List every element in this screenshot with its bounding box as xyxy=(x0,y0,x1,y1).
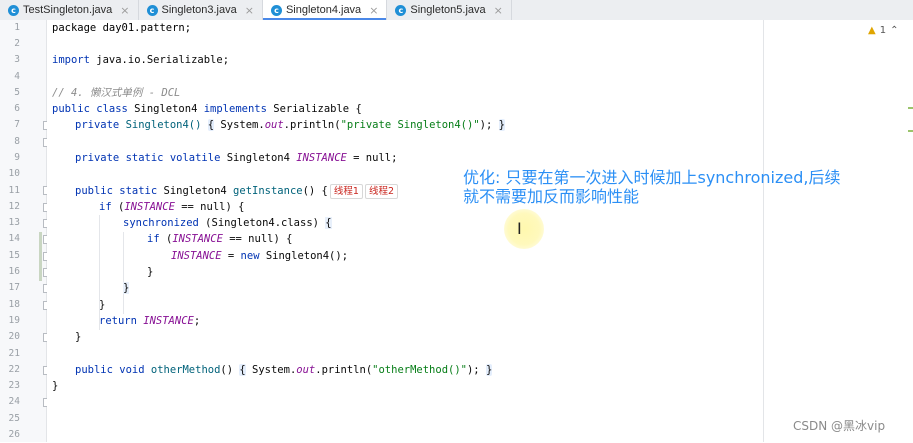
thread-hint-1: 线程1 xyxy=(329,183,363,199)
tab-singleton5[interactable]: c Singleton5.java × xyxy=(387,0,512,20)
line-number: 4 xyxy=(14,71,20,82)
text-cursor-icon: I xyxy=(517,219,522,238)
line-number: 12 xyxy=(8,201,20,212)
annotation-line: 优化: 只要在第一次进入时候加上synchronized,后续 xyxy=(463,168,841,187)
line-number: 9 xyxy=(14,152,20,163)
line-number: 23 xyxy=(8,380,20,391)
code-line: private Singleton4() { System.out.printl… xyxy=(75,119,505,131)
line-number: 13 xyxy=(8,217,20,228)
editor-tab-bar: c TestSingleton.java × c Singleton3.java… xyxy=(0,0,913,21)
line-number: 1 xyxy=(14,22,20,33)
editor-right-margin xyxy=(763,20,913,442)
line-number: 20 xyxy=(8,331,20,342)
inspection-widget[interactable]: ▲ 1 ⌃ xyxy=(868,25,898,36)
line-number: 17 xyxy=(8,282,20,293)
close-icon[interactable]: × xyxy=(494,4,503,17)
code-line: } xyxy=(99,299,106,311)
line-number: 19 xyxy=(8,315,20,326)
code-line: } xyxy=(123,282,130,294)
watermark: CSDN @黑冰vip xyxy=(793,419,886,433)
tab-label: Singleton3.java xyxy=(161,4,237,16)
line-number-gutter[interactable]: 1 2 3 4 5 6 7 8 9 10 11 12 13 14 15 16 1… xyxy=(0,20,52,442)
close-icon[interactable]: × xyxy=(369,4,378,17)
thread-hint-2: 线程2 xyxy=(364,183,398,199)
code-line: public static Singleton4 getInstance() {… xyxy=(75,183,398,199)
code-line: } xyxy=(147,266,154,278)
close-icon[interactable]: × xyxy=(245,4,254,17)
c-class-icon: c xyxy=(395,4,407,16)
code-line: private static volatile Singleton4 INSTA… xyxy=(75,152,398,164)
tab-label: Singleton5.java xyxy=(410,4,486,16)
line-number: 3 xyxy=(14,54,20,65)
line-number: 18 xyxy=(8,299,20,310)
line-number: 24 xyxy=(8,396,20,407)
line-number: 25 xyxy=(8,413,20,424)
line-number: 16 xyxy=(8,266,20,277)
code-line: import java.io.Serializable; xyxy=(52,54,230,66)
code-line: public class Singleton4 implements Seria… xyxy=(52,103,362,115)
line-number: 7 xyxy=(14,119,20,130)
line-number: 22 xyxy=(8,364,20,375)
line-number: 21 xyxy=(8,348,20,359)
warning-icon: ▲ xyxy=(868,25,876,36)
line-number: 5 xyxy=(14,87,20,98)
code-line: synchronized (Singleton4.class) { xyxy=(123,217,332,229)
code-line: public void otherMethod() { System.out.p… xyxy=(75,364,493,376)
line-number: 14 xyxy=(8,233,20,244)
line-number: 15 xyxy=(8,250,20,261)
tab-label: Singleton4.java xyxy=(285,4,362,16)
code-editor[interactable]: package day01.pattern; import java.io.Se… xyxy=(47,20,763,442)
line-number: 8 xyxy=(14,136,20,147)
optimization-annotation: 优化: 只要在第一次进入时候加上synchronized,后续 就不需要加反而影… xyxy=(463,168,883,206)
scroll-mark xyxy=(908,130,913,132)
code-line: package day01.pattern; xyxy=(52,22,192,34)
line-number: 26 xyxy=(8,429,20,440)
code-line: if (INSTANCE == null) { xyxy=(99,201,245,213)
tab-label: TestSingleton.java xyxy=(23,4,113,16)
close-icon[interactable]: × xyxy=(120,4,129,17)
tab-singleton4[interactable]: c Singleton4.java × xyxy=(262,0,388,21)
c-class-icon: c xyxy=(270,4,282,16)
code-line: return INSTANCE; xyxy=(99,315,201,327)
scroll-mark xyxy=(908,107,913,109)
tab-testsingleton[interactable]: c TestSingleton.java × xyxy=(0,0,139,20)
tab-singleton3[interactable]: c Singleton3.java × xyxy=(139,0,263,20)
line-number: 11 xyxy=(8,185,20,196)
indent-guide xyxy=(123,232,124,314)
line-number: 6 xyxy=(14,103,20,114)
code-line: INSTANCE = new Singleton4(); xyxy=(171,250,349,262)
c-class-icon: c xyxy=(8,4,19,16)
chevron-up-icon[interactable]: ⌃ xyxy=(890,25,898,36)
code-line: } xyxy=(52,380,59,392)
code-line: if (INSTANCE == null) { xyxy=(147,233,293,245)
c-class-icon: c xyxy=(146,4,158,16)
change-marker xyxy=(39,232,42,281)
line-number: 2 xyxy=(14,38,20,49)
warning-count: 1 xyxy=(879,25,887,36)
cursor-highlight xyxy=(504,209,544,249)
line-number: 10 xyxy=(8,168,20,179)
code-line: } xyxy=(75,331,82,343)
code-line: // 4. 懒汉式单例 - DCL xyxy=(52,87,181,99)
annotation-line: 就不需要加反而影响性能 xyxy=(463,187,640,206)
